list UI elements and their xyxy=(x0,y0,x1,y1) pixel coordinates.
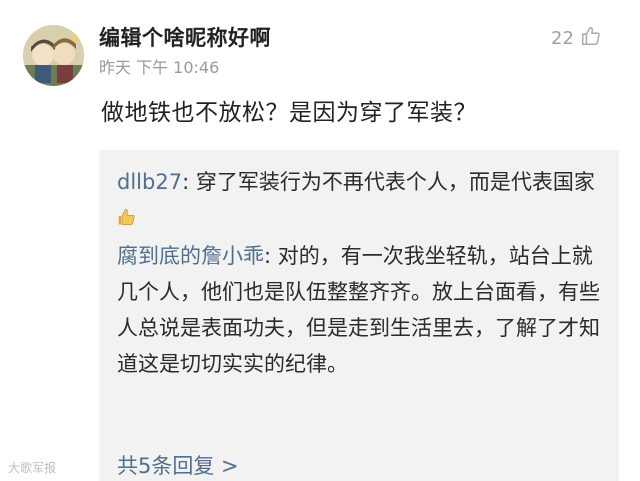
reply-separator: : xyxy=(264,244,278,268)
post-timestamp: 昨天 下午 10:46 xyxy=(99,58,220,77)
reply-separator: : xyxy=(182,170,196,194)
replies-box: dllb27: 穿了军装行为不再代表个人，而是代表国家 腐到底的詹小乖: 对的，… xyxy=(99,150,619,481)
view-more-replies-link[interactable]: 共5条回复 > xyxy=(117,450,239,480)
reply-item: dllb27: 穿了军装行为不再代表个人，而是代表国家 xyxy=(117,164,607,238)
post-username[interactable]: 编辑个啥昵称好啊 xyxy=(99,22,271,52)
reply-author[interactable]: 腐到底的詹小乖 xyxy=(117,244,264,268)
avatar[interactable] xyxy=(23,25,84,86)
like-button[interactable]: 22 xyxy=(551,25,602,51)
reply-author[interactable]: dllb27 xyxy=(117,170,182,194)
comment-text: 做地铁也不放松？是因为穿了军装？ xyxy=(101,100,477,126)
reply-text: 穿了军装行为不再代表个人，而是代表国家 xyxy=(195,170,595,194)
reply-item: 腐到底的詹小乖: 对的，有一次我坐轻轨，站台上就几个人，他们也是队伍整整齐齐。放… xyxy=(117,238,607,382)
thumbs-up-emoji-icon xyxy=(117,202,137,238)
watermark: 大歌军报 xyxy=(8,461,57,475)
thumbs-up-outline-icon xyxy=(580,25,602,51)
like-count: 22 xyxy=(551,27,574,49)
